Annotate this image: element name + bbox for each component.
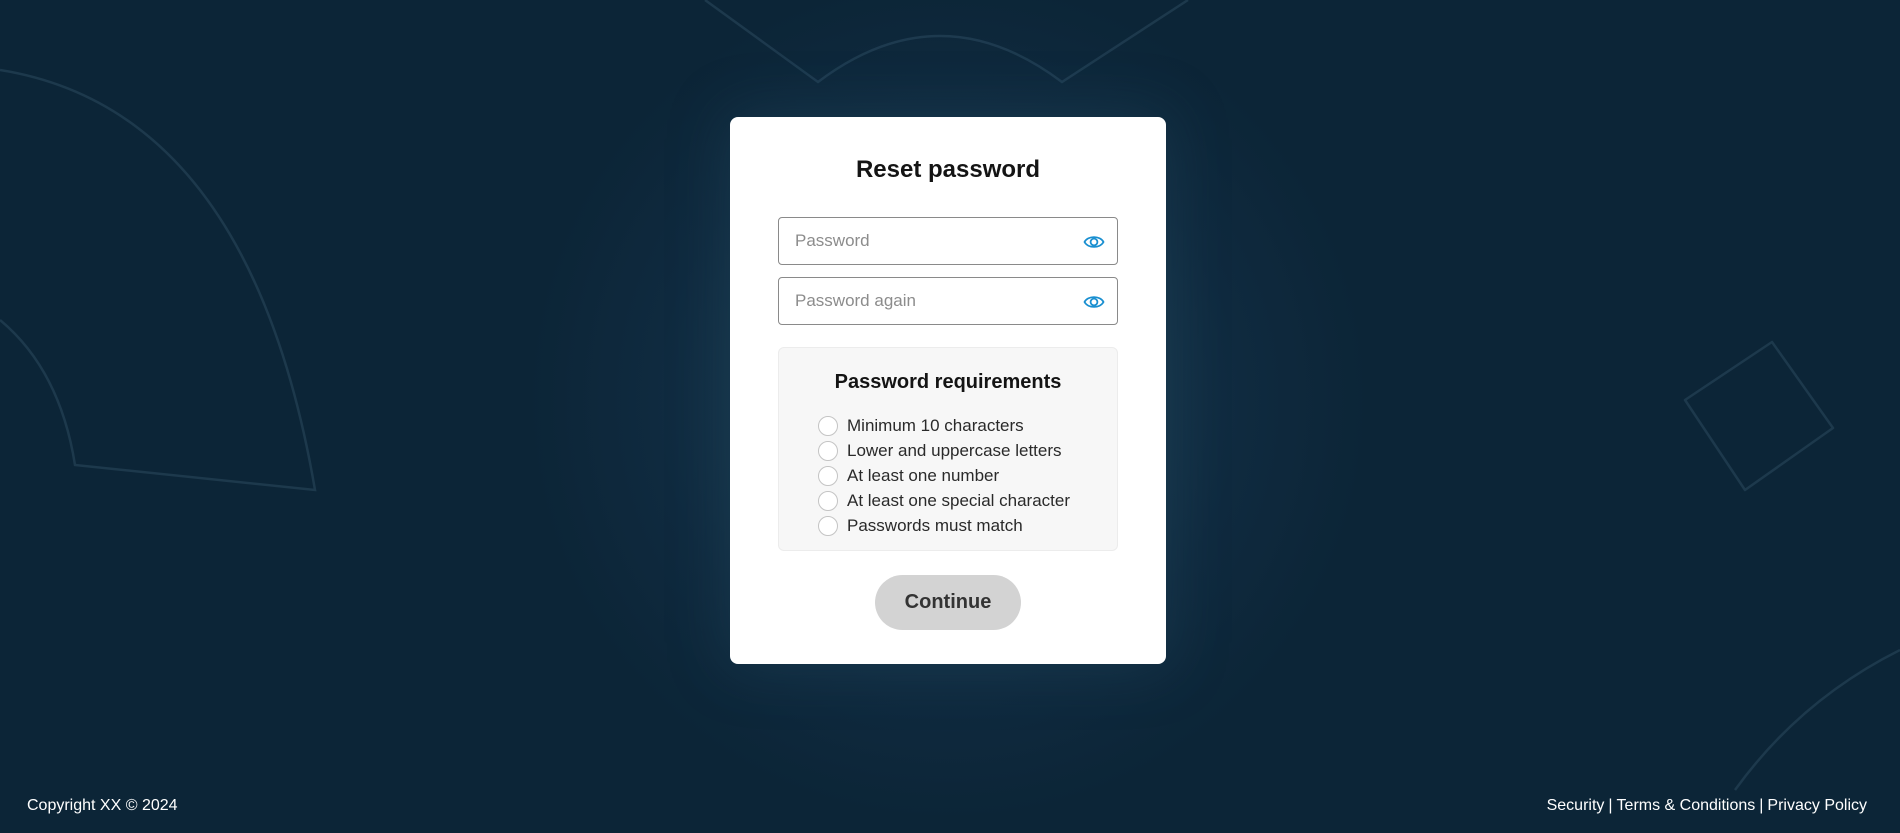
requirement-label: Minimum 10 characters xyxy=(847,416,1024,435)
password-again-field[interactable] xyxy=(778,277,1118,325)
password-input[interactable] xyxy=(795,218,1075,264)
requirement-item: Passwords must match xyxy=(818,515,1023,537)
footer-links: Security | Terms & Conditions | Privacy … xyxy=(1547,797,1867,815)
requirement-label: Lower and uppercase letters xyxy=(847,441,1062,460)
requirement-item: At least one number xyxy=(818,465,999,487)
terms-link[interactable]: Terms & Conditions xyxy=(1617,797,1756,815)
requirement-status-circle-icon xyxy=(818,516,838,536)
footer-separator: | xyxy=(1759,797,1764,814)
password-again-input[interactable] xyxy=(795,278,1075,324)
eye-icon[interactable] xyxy=(1083,291,1105,313)
requirements-title: Password requirements xyxy=(834,371,1062,393)
requirement-label: Passwords must match xyxy=(847,516,1023,535)
requirement-item: Lower and uppercase letters xyxy=(818,440,1062,462)
copyright-text: Copyright XX © 2024 xyxy=(27,797,178,814)
requirement-status-circle-icon xyxy=(818,466,838,486)
requirement-label: At least one special character xyxy=(847,491,1071,510)
security-link[interactable]: Security xyxy=(1547,797,1605,815)
privacy-policy-link[interactable]: Privacy Policy xyxy=(1767,797,1867,815)
continue-button[interactable]: Continue xyxy=(875,575,1021,630)
requirement-label: At least one number xyxy=(847,466,1000,485)
footer-separator: | xyxy=(1608,797,1613,814)
password-field[interactable] xyxy=(778,217,1118,265)
page-title: Reset password xyxy=(855,156,1041,183)
requirement-status-circle-icon xyxy=(818,416,838,436)
requirement-item: Minimum 10 characters xyxy=(818,415,1024,437)
requirement-status-circle-icon xyxy=(818,491,838,511)
eye-icon[interactable] xyxy=(1083,231,1105,253)
requirement-item: At least one special character xyxy=(818,490,1070,512)
requirement-status-circle-icon xyxy=(818,441,838,461)
